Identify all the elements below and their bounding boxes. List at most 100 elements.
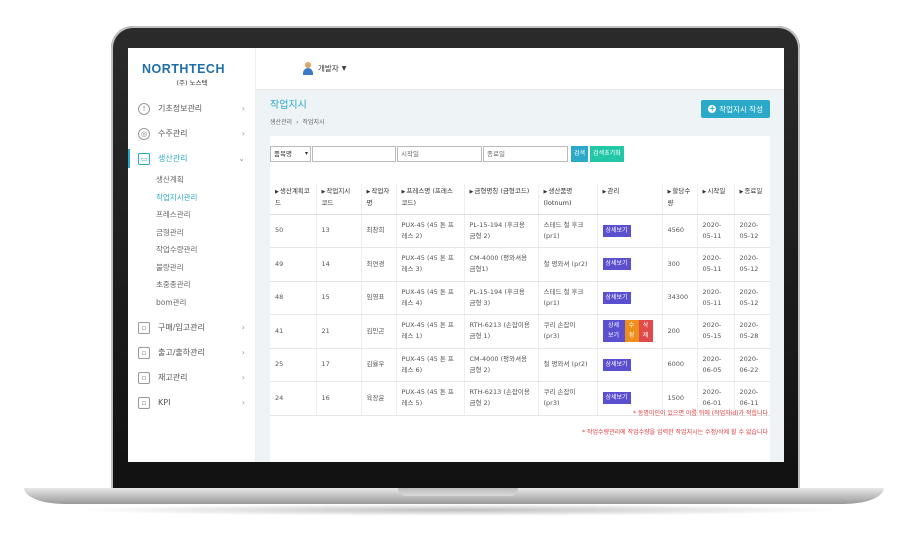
sub-item-work-order[interactable]: 작업지시관리 — [128, 189, 255, 207]
table-row[interactable]: 50 13 최창희 PUX-45 (45 톤 프레스 2) PL-15-194 (후크용… — [270, 214, 770, 248]
globe-icon: ◎ — [138, 127, 150, 140]
start-date-input[interactable]: 시작일 — [397, 146, 482, 162]
sidebar-item-production[interactable]: ▭ 생산관리 ⌄ — [128, 146, 255, 171]
sort-triangle-icon: ▶ — [321, 189, 326, 195]
cell-mold: PL-15-194 (후크용 금형 2) — [463, 214, 538, 248]
cell-worker: 육장윤 — [360, 381, 396, 416]
breadcrumb-item: 작업지시 — [302, 119, 325, 126]
cell-qty: 200 — [661, 314, 697, 349]
laptop-shadow — [70, 504, 850, 516]
sidebar-item-basic-info[interactable]: ! 기초정보관리 › — [128, 96, 255, 121]
sub-item-mold[interactable]: 금형관리 — [128, 224, 255, 242]
col-header-end[interactable]: ▶종료일 — [733, 184, 770, 215]
sort-triangle-icon: ▶ — [667, 189, 672, 195]
create-work-order-button[interactable]: + 작업지시 작성 — [701, 100, 770, 118]
cell-press: PUX-45 (45 톤 프레스 3) — [395, 247, 464, 282]
end-date-input[interactable]: 종료일 — [483, 146, 568, 162]
cell-manage: 상세보기 — [596, 348, 662, 382]
row-action-group: 상세 보기 수 정삭 제 — [602, 320, 657, 343]
col-header-plan-code[interactable]: ▶생산계획코드 — [270, 184, 316, 215]
reset-search-button[interactable]: 검색초기화 — [590, 146, 624, 162]
page-title: 작업지시 — [270, 100, 307, 111]
user-name[interactable]: 개발자 — [318, 63, 339, 74]
sub-item-press[interactable]: 프레스관리 — [128, 206, 255, 224]
logo-text: NORTHTECH — [142, 62, 225, 76]
col-header-mold[interactable]: ▶금형명칭 (금형코드) — [463, 184, 538, 215]
cell-qty: 4560 — [661, 214, 697, 248]
sidebar-item-inventory[interactable]: ▫ 재고관리 › — [128, 365, 255, 390]
cell-end: 2020-05-12 — [733, 281, 770, 315]
sort-triangle-icon: ▶ — [469, 189, 474, 195]
chevron-down-icon[interactable]: ▼ — [342, 65, 347, 72]
cell-end: 2020-06-22 — [733, 348, 770, 382]
cell-plan-code: 50 — [270, 214, 316, 248]
col-header-manage[interactable]: ▶관리 — [596, 184, 662, 215]
cell-mold: RTH-6213 (손잡이용 금형 1) — [463, 314, 538, 349]
cell-start: 2020-05-11 — [696, 281, 734, 315]
sort-triangle-icon: ▶ — [543, 189, 548, 195]
breadcrumb: 생산관리 › 작업지시 — [270, 117, 770, 126]
sort-triangle-icon: ▶ — [739, 189, 744, 195]
cell-plan-code: 25 — [270, 348, 316, 382]
table-row[interactable]: 25 17 김율우 PUX-45 (45 톤 프레스 6) CM-4000 (평와셔용 … — [270, 348, 770, 382]
detail-button[interactable]: 상세보기 — [602, 392, 631, 405]
chevron-right-icon: › — [241, 398, 245, 407]
cell-plan-code: 48 — [270, 281, 316, 315]
chevron-down-icon: ⌄ — [238, 154, 245, 163]
cell-product: 쿠리 손잡이 (pr3) — [537, 314, 597, 349]
cell-press: PUX-45 (45 톤 프레스 2) — [395, 214, 464, 248]
col-header-worker[interactable]: ▶작업자명 — [360, 184, 396, 215]
delete-button[interactable]: 삭 제 — [638, 320, 653, 343]
cell-manage: 상세보기 — [596, 281, 662, 315]
cell-order-code: 14 — [315, 247, 361, 282]
main-content: 작업지시 생산관리 › 작업지시 + 작업지시 작성 품목명 ▾ 시작일 종료일 검… — [256, 90, 784, 462]
col-header-qty[interactable]: ▶할당수량 — [661, 184, 697, 215]
cell-qty: 34300 — [661, 281, 697, 315]
sidebar-item-shipping[interactable]: ▫ 출고/출하관리 › — [128, 340, 255, 365]
edit-button[interactable]: 수 정 — [624, 320, 639, 343]
cell-worker: 김율우 — [360, 348, 396, 382]
cell-worker: 김민곤 — [360, 314, 396, 349]
sidebar-item-orders[interactable]: ◎ 수주관리 › — [128, 121, 255, 146]
sort-triangle-icon: ▶ — [366, 189, 371, 195]
sort-triangle-icon: ▶ — [602, 189, 607, 195]
sort-triangle-icon: ▶ — [702, 189, 707, 195]
user-avatar-icon[interactable] — [302, 62, 314, 75]
col-header-product[interactable]: ▶생산품명 (lotnum) — [537, 184, 597, 215]
detail-button[interactable]: 상세 보기 — [602, 320, 625, 343]
detail-button[interactable]: 상세보기 — [602, 258, 631, 271]
cell-qty: 300 — [661, 247, 697, 282]
sub-item-defect[interactable]: 불량관리 — [128, 259, 255, 277]
cell-end: 2020-05-12 — [733, 214, 770, 248]
cell-manage: 상세보기 — [596, 214, 662, 248]
table-row[interactable]: 49 14 최연경 PUX-45 (45 톤 프레스 3) CM-4000 (평와셔용 … — [270, 247, 770, 282]
sidebar-item-kpi[interactable]: ▫ KPI › — [128, 390, 255, 415]
table-row[interactable]: 48 15 임영표 PUX-45 (45 톤 프레스 4) PL-15-194 (후크용… — [270, 281, 770, 315]
sidebar-item-label: 생산관리 — [158, 154, 188, 163]
sub-item-bom[interactable]: bom관리 — [128, 294, 255, 312]
cell-order-code: 15 — [315, 281, 361, 315]
detail-button[interactable]: 상세보기 — [602, 224, 631, 237]
sub-item-production-plan[interactable]: 생산계획 — [128, 171, 255, 189]
table-row[interactable]: 41 21 김민곤 PUX-45 (45 톤 프레스 1) RTH-6213 (손잡이용… — [270, 314, 770, 349]
col-header-start[interactable]: ▶시작일 — [696, 184, 734, 215]
info-icon: ! — [138, 102, 150, 115]
search-keyword-input[interactable] — [312, 146, 396, 162]
search-button[interactable]: 검색 — [571, 146, 589, 162]
plus-circle-icon: + — [708, 104, 717, 113]
cell-end: 2020-05-12 — [733, 247, 770, 282]
sub-item-inspection[interactable]: 초중종관리 — [128, 276, 255, 294]
sidebar-item-purchase[interactable]: ▫ 구매/입고관리 › — [128, 315, 255, 340]
cell-start: 2020-05-11 — [696, 214, 734, 248]
cell-worker: 최연경 — [360, 247, 396, 282]
laptop-notch — [398, 488, 518, 496]
cell-manage: 상세보기 — [596, 247, 662, 282]
col-header-press[interactable]: ▶프레스명 (프레스코드) — [395, 184, 464, 215]
logo[interactable]: NORTHTECH (주) 노스텍 — [128, 48, 255, 90]
col-header-order-code[interactable]: ▶작업지시코드 — [315, 184, 361, 215]
detail-button[interactable]: 상세보기 — [602, 291, 631, 304]
search-field-select[interactable]: 품목명 ▾ — [270, 146, 311, 162]
sub-item-work-qty[interactable]: 작업수량관리 — [128, 241, 255, 259]
detail-button[interactable]: 상세보기 — [602, 358, 631, 371]
breadcrumb-item[interactable]: 생산관리 — [270, 119, 292, 126]
